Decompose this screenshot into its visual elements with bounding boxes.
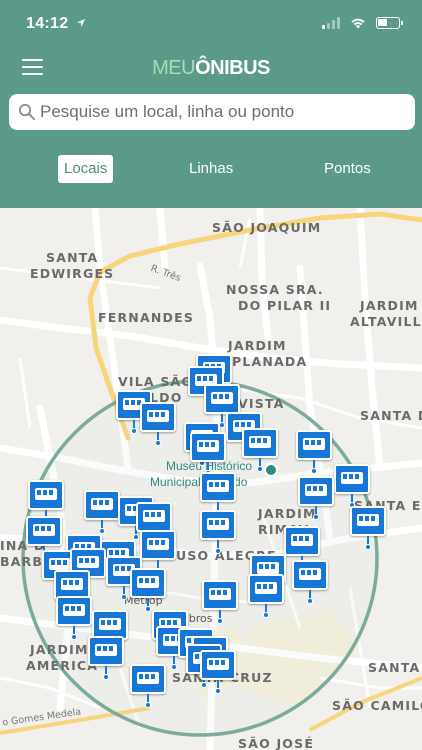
- map-label: SANTA D: [360, 408, 422, 423]
- bus-stop-pin[interactable]: [200, 472, 236, 516]
- battery-icon: [376, 17, 403, 29]
- bus-stop-pin[interactable]: [26, 516, 62, 560]
- map-label: VISTA: [238, 396, 285, 411]
- map-label: FERNANDES: [98, 310, 195, 325]
- app-header: 14:12 MEUÔNIBUS Locais Linhas Pontos: [0, 0, 422, 208]
- tab-bar: Locais Linhas Pontos: [0, 135, 422, 208]
- bus-stop-pin[interactable]: [242, 428, 278, 472]
- bus-stop-pin[interactable]: [84, 490, 120, 534]
- map-label: SÃO JOAQUIM: [212, 220, 322, 235]
- bus-stop-pin[interactable]: [296, 430, 332, 474]
- map-label: VILA SÃO: [118, 374, 194, 389]
- location-arrow-icon: [77, 19, 86, 27]
- bus-stop-pin[interactable]: [190, 432, 226, 476]
- map-label: EDWIRGES: [30, 266, 115, 281]
- map-label: JARDIM: [30, 642, 89, 657]
- map-label: SANTA: [368, 660, 421, 675]
- bus-stop-pin[interactable]: [202, 580, 238, 624]
- wifi-icon: [351, 18, 365, 29]
- search-bar[interactable]: [9, 94, 415, 130]
- map-label: PLANADA: [232, 354, 308, 369]
- cellular-signal-icon: [322, 17, 340, 29]
- search-input[interactable]: [40, 102, 400, 122]
- museum-icon[interactable]: [264, 463, 278, 477]
- tab-linhas[interactable]: Linhas: [183, 155, 239, 183]
- bus-stop-pin[interactable]: [130, 664, 166, 708]
- tab-pontos[interactable]: Pontos: [318, 155, 377, 183]
- bus-stop-pin[interactable]: [130, 568, 166, 612]
- map-label: NOSSA SRA.: [226, 282, 324, 297]
- bus-stop-pin[interactable]: [284, 526, 320, 570]
- bus-stop-pin[interactable]: [28, 480, 64, 524]
- map-label: BARB: [0, 554, 44, 569]
- app-logo: MEUÔNIBUS: [152, 57, 270, 79]
- bus-stop-pin[interactable]: [56, 596, 92, 640]
- map-label: SANTA: [46, 250, 99, 265]
- bus-stop-pin[interactable]: [200, 650, 236, 694]
- bus-stop-pin[interactable]: [334, 464, 370, 508]
- bus-stop-pin[interactable]: [140, 530, 176, 574]
- map-label: DO PILAR II: [238, 298, 332, 313]
- status-bar: 14:12: [0, 0, 422, 48]
- bus-stop-pin[interactable]: [298, 476, 334, 520]
- map-label: JARDIM: [360, 298, 419, 313]
- bus-stop-pin[interactable]: [248, 574, 284, 618]
- bus-stop-pin[interactable]: [292, 560, 328, 604]
- map-label: JARDIM: [228, 338, 287, 353]
- map-view[interactable]: SÃO JOAQUIM SANTA EDWIRGES NOSSA SRA. DO…: [0, 208, 422, 750]
- bus-stop-pin[interactable]: [88, 636, 124, 680]
- search-icon: [18, 103, 36, 121]
- bus-stop-pin[interactable]: [140, 402, 176, 446]
- status-time: 14:12: [26, 15, 86, 33]
- map-label: SÃO JOSÉ: [238, 736, 315, 750]
- map-label: SÃO CAMILO: [332, 698, 422, 713]
- map-label: ALTAVILLE: [350, 314, 422, 329]
- bus-stop-pin[interactable]: [200, 510, 236, 554]
- tab-locais[interactable]: Locais: [58, 155, 114, 183]
- bus-stop-pin[interactable]: [350, 506, 386, 550]
- status-indicators: [322, 17, 403, 29]
